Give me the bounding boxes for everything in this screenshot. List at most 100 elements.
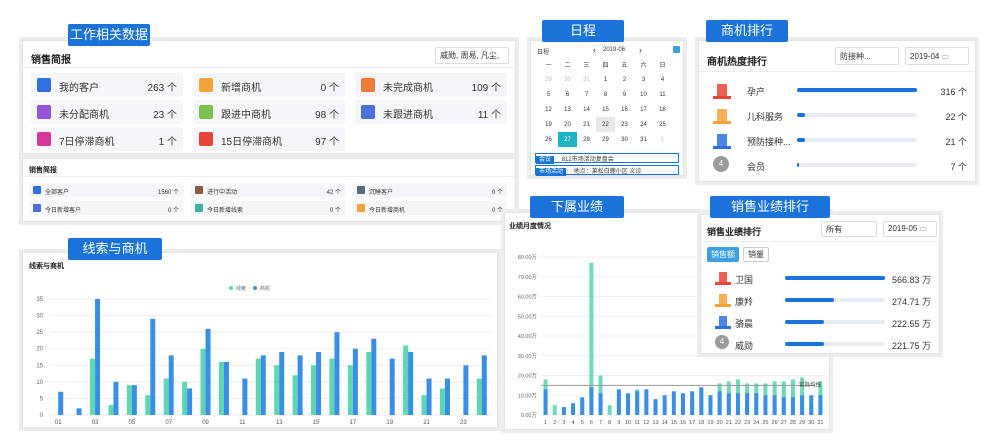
sales-item-label: 新增商机 <box>221 83 261 94</box>
calendar-day[interactable]: 12 <box>539 102 558 117</box>
calendar-day[interactable]: 18 <box>653 102 672 117</box>
tab-sales-amount[interactable]: 销售额 <box>707 247 739 262</box>
calendar-day[interactable]: 20 <box>558 117 577 132</box>
bar-opportunity <box>205 328 211 415</box>
sales-item[interactable]: 未分配商机 23 个 <box>31 100 183 124</box>
calendar-day[interactable]: 2 <box>615 72 634 87</box>
calendar-day[interactable]: 1 <box>596 72 615 87</box>
y-tick-label: 20 <box>36 347 43 353</box>
x-tick-label: 15 <box>313 420 320 425</box>
calendar-day[interactable]: 27 <box>558 132 577 147</box>
item-icon <box>357 204 365 212</box>
sales-brief-panel: 销售简报 威勋, 周易, 凡尘, 我的客户 263 个 新增商机 0 个 未完成… <box>22 40 516 154</box>
calendar-day[interactable]: 17 <box>634 102 653 117</box>
perf-filter[interactable]: 所有 <box>821 221 877 237</box>
bar-clue <box>439 388 445 415</box>
rank-value: 316 个 <box>940 87 967 97</box>
sales-item[interactable]: 未完成商机 109 个 <box>355 73 507 97</box>
calendar-day[interactable]: 24 <box>634 117 653 132</box>
mini-item[interactable]: 沉睡客户 0 个 <box>353 183 507 197</box>
trophy-icon <box>713 106 731 124</box>
calendar-day[interactable]: 8 <box>596 87 615 102</box>
calendar-day[interactable]: 15 <box>596 102 615 117</box>
tab-sales-volume[interactable]: 销量 <box>743 247 769 262</box>
rank-row[interactable]: 儿科服务 22 个 <box>707 104 967 126</box>
event-meeting[interactable]: 会议 812市场活动复盘会 <box>535 153 679 164</box>
bar-clue <box>182 381 188 415</box>
bar-value <box>589 387 594 415</box>
event-type: 会议 <box>536 156 555 164</box>
bar-value <box>735 393 740 415</box>
sales-item[interactable]: 15日停滞商机 97 个 <box>193 127 345 151</box>
bar-value <box>662 395 667 415</box>
calendar-day[interactable]: 25 <box>653 117 672 132</box>
bar-opportunity <box>76 408 82 415</box>
mini-item[interactable]: 全部客户 1560 个 <box>29 183 183 197</box>
calendar-day[interactable]: 30 <box>615 132 634 147</box>
weekday: 三 <box>583 63 590 69</box>
rank-row[interactable]: 孕产 316 个 <box>707 79 967 101</box>
event-type: 市场活动 <box>536 168 567 176</box>
bar-value <box>580 397 585 415</box>
bar-value <box>708 395 713 415</box>
calendar-day[interactable]: 3 <box>634 72 653 87</box>
mini-item[interactable]: 今日新增商机 0 个 <box>353 201 507 215</box>
sales-item-value: 109 个 <box>471 83 501 94</box>
calendar-day[interactable]: 19 <box>539 117 558 132</box>
calendar-day[interactable]: 16 <box>615 102 634 117</box>
rank-row[interactable]: 骆晨 222.55 万 <box>709 311 931 333</box>
sales-item[interactable]: 7日停滞商机 1 个 <box>31 127 183 151</box>
x-tick-label: 2 <box>553 420 556 426</box>
sales-item[interactable]: 新增商机 0 个 <box>193 73 345 97</box>
rank-filter[interactable]: 防接种... <box>835 47 899 65</box>
rank-row[interactable]: 卫国 566.83 万 <box>709 267 931 289</box>
add-event-button[interactable] <box>673 46 680 53</box>
calendar-day[interactable]: 7 <box>577 87 596 102</box>
calendar-day[interactable]: 22 <box>596 117 615 132</box>
legend-label: 商机 <box>260 285 270 292</box>
event-activity[interactable]: 市场活动 地点：莱松白鹿小区 义诊 <box>535 165 679 176</box>
calendar-day[interactable]: 23 <box>615 117 634 132</box>
calendar-day[interactable]: 6 <box>558 87 577 102</box>
calendar-day[interactable]: 30 <box>558 72 577 87</box>
calendar-day[interactable]: 11 <box>653 87 672 102</box>
x-tick-label: 13 <box>652 420 658 426</box>
mini-item[interactable]: 今日新增线索 0 个 <box>191 201 345 215</box>
calendar-day[interactable]: 29 <box>539 72 558 87</box>
calendar-day[interactable]: 21 <box>577 117 596 132</box>
calendar-day[interactable]: 10 <box>634 87 653 102</box>
calendar-prev[interactable]: ‹ <box>593 45 596 55</box>
calendar-icon <box>37 132 51 146</box>
calendar-day[interactable]: 5 <box>539 87 558 102</box>
rank-month[interactable]: 2019-04 ▭ <box>905 47 969 65</box>
calendar-day[interactable]: 26 <box>539 132 558 147</box>
calendar-day[interactable]: 14 <box>577 102 596 117</box>
calendar-day[interactable]: 9 <box>615 87 634 102</box>
mini-item[interactable]: 今日新增客户 0 个 <box>29 201 183 215</box>
calendar-day[interactable]: 13 <box>558 102 577 117</box>
bar-value <box>717 391 722 415</box>
mini-item[interactable]: 进行中活动 42 个 <box>191 183 345 197</box>
calendar-day[interactable]: 31 <box>634 132 653 147</box>
rank-row[interactable]: 4 会员 7 个 <box>707 154 967 176</box>
rank-row[interactable]: 预防接种... 21 个 <box>707 129 967 151</box>
x-tick-label: 30 <box>808 420 814 426</box>
sales-item-label: 未分配商机 <box>59 110 109 121</box>
calendar-day[interactable]: 1 <box>653 132 672 147</box>
calendar-day[interactable]: 31 <box>577 72 596 87</box>
sales-item[interactable]: 跟进中商机 98 个 <box>193 100 345 124</box>
y-tick-label: 20.00万 <box>518 373 538 380</box>
calendar-day[interactable]: 28 <box>577 132 596 147</box>
perf-month[interactable]: 2019-05 ▭ <box>883 221 937 237</box>
user-filter[interactable]: 威勋, 周易, 凡尘, <box>435 47 509 64</box>
weekday: 日 <box>659 63 666 69</box>
weekday: 五 <box>621 63 628 69</box>
calendar-day[interactable]: 4 <box>653 72 672 87</box>
x-tick-label: 19 <box>386 420 393 425</box>
calendar-next[interactable]: › <box>639 45 642 55</box>
rank-row[interactable]: 4 威勋 221.75 万 <box>709 333 931 355</box>
sales-item[interactable]: 未跟进商机 11 个 <box>355 100 507 124</box>
rank-row[interactable]: 康羚 274.71 万 <box>709 289 931 311</box>
calendar-day[interactable]: 29 <box>596 132 615 147</box>
sales-item[interactable]: 我的客户 263 个 <box>31 73 183 97</box>
